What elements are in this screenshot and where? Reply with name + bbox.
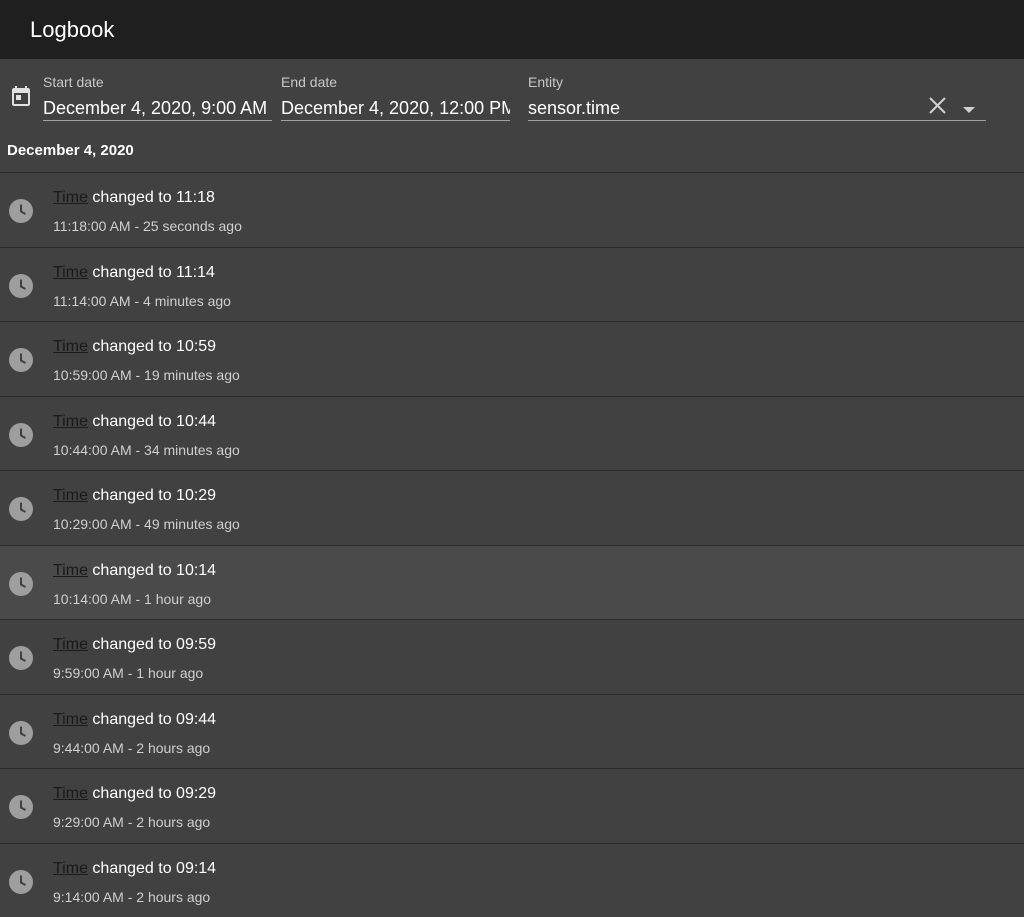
entry-change-text: changed to 09:44 (88, 711, 216, 728)
start-date-picker[interactable]: Start date December 4, 2020, 9:00 AM (43, 73, 272, 121)
end-date-picker[interactable]: End date December 4, 2020, 12:00 PM (281, 73, 510, 121)
entry-change-text: changed to 11:18 (88, 189, 215, 206)
entry-time: 10:44:00 AM - 34 minutes ago (53, 442, 240, 458)
list-item: Time changed to 10:59 10:59:00 AM - 19 mi… (0, 321, 1024, 396)
clock-icon (9, 274, 33, 303)
clock-icon (9, 348, 33, 377)
entity-field[interactable]: sensor.time (528, 95, 986, 121)
clock-icon (9, 721, 33, 750)
entry-message: Time changed to 09:29 (53, 785, 216, 803)
end-date-field[interactable]: December 4, 2020, 12:00 PM (281, 95, 510, 121)
entry-time: 9:44:00 AM - 2 hours ago (53, 740, 210, 756)
entry-change-text: changed to 09:29 (88, 785, 216, 802)
entity-link[interactable]: Time (53, 711, 88, 728)
entity-link[interactable]: Time (53, 264, 88, 281)
end-date-label: End date (281, 73, 510, 91)
entry-time: 10:14:00 AM - 1 hour ago (53, 591, 211, 607)
clock-icon (9, 795, 33, 824)
list-item: Time changed to 09:29 9:29:00 AM - 2 hour… (0, 768, 1024, 843)
entity-link[interactable]: Time (53, 189, 88, 206)
entity-link[interactable]: Time (53, 413, 88, 430)
entry-change-text: changed to 10:59 (88, 338, 216, 355)
entry-time: 9:14:00 AM - 2 hours ago (53, 889, 210, 905)
entry-message: Time changed to 10:59 (53, 338, 216, 356)
clock-icon (9, 572, 33, 601)
entry-message: Time changed to 09:14 (53, 860, 216, 878)
entry-change-text: changed to 09:14 (88, 860, 216, 877)
entry-message: Time changed to 10:29 (53, 487, 216, 505)
entity-link[interactable]: Time (53, 785, 88, 802)
clock-icon (9, 870, 33, 899)
entity-link[interactable]: Time (53, 562, 88, 579)
entry-time: 9:29:00 AM - 2 hours ago (53, 814, 210, 830)
entry-change-text: changed to 10:14 (88, 562, 216, 579)
list-item: Time changed to 09:44 9:44:00 AM - 2 hour… (0, 694, 1024, 769)
entry-change-text: changed to 10:44 (88, 413, 216, 430)
clock-icon (9, 423, 33, 452)
close-icon[interactable] (928, 96, 947, 120)
list-item: Time changed to 09:59 9:59:00 AM - 1 hour… (0, 619, 1024, 694)
entity-link[interactable]: Time (53, 636, 88, 653)
entity-label: Entity (528, 73, 986, 91)
entry-time: 9:59:00 AM - 1 hour ago (53, 665, 203, 681)
start-date-field[interactable]: December 4, 2020, 9:00 AM (43, 95, 272, 121)
entry-time: 11:14:00 AM - 4 minutes ago (53, 293, 231, 309)
entry-message: Time changed to 11:18 (53, 189, 215, 207)
entry-message: Time changed to 09:44 (53, 711, 216, 729)
list-item: Time changed to 11:18 11:18:00 AM - 25 se… (0, 172, 1024, 247)
clock-icon (9, 646, 33, 675)
entry-message: Time changed to 10:44 (53, 413, 216, 431)
date-heading: December 4, 2020 (7, 142, 134, 159)
calendar-icon[interactable] (9, 84, 33, 113)
list-item: Time changed to 10:29 10:29:00 AM - 49 mi… (0, 470, 1024, 545)
chevron-down-icon[interactable] (962, 101, 976, 119)
entity-link[interactable]: Time (53, 338, 88, 355)
entry-message: Time changed to 09:59 (53, 636, 216, 654)
page-title: Logbook (30, 17, 114, 43)
list-item: Time changed to 11:14 11:14:00 AM - 4 min… (0, 247, 1024, 322)
entry-message: Time changed to 10:14 (53, 562, 216, 580)
clock-icon (9, 497, 33, 526)
list-item: Time changed to 10:14 10:14:00 AM - 1 hou… (0, 545, 1024, 620)
entry-time: 10:29:00 AM - 49 minutes ago (53, 516, 240, 532)
clock-icon (9, 199, 33, 228)
entity-link[interactable]: Time (53, 860, 88, 877)
entry-change-text: changed to 09:59 (88, 636, 216, 653)
list-item: Time changed to 10:44 10:44:00 AM - 34 mi… (0, 396, 1024, 471)
entry-message: Time changed to 11:14 (53, 264, 215, 282)
entry-time: 11:18:00 AM - 25 seconds ago (53, 218, 242, 234)
logbook-list: Time changed to 11:18 11:18:00 AM - 25 se… (0, 172, 1024, 917)
entry-change-text: changed to 11:14 (88, 264, 215, 281)
start-date-label: Start date (43, 73, 272, 91)
entity-picker[interactable]: Entity sensor.time (528, 73, 986, 121)
app-header: Logbook (0, 0, 1024, 59)
entity-link[interactable]: Time (53, 487, 88, 504)
entry-time: 10:59:00 AM - 19 minutes ago (53, 367, 240, 383)
entry-change-text: changed to 10:29 (88, 487, 216, 504)
